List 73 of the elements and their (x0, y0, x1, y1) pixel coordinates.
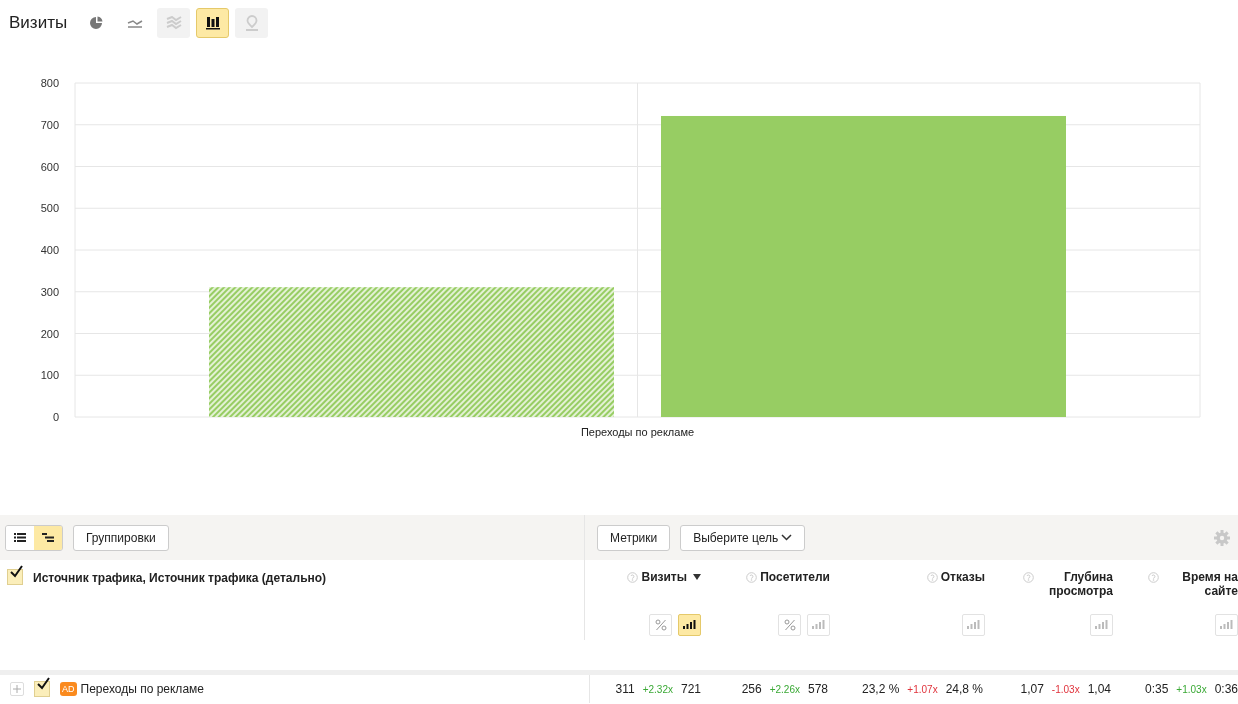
compare-value: 1,04 (1087, 682, 1111, 696)
bar-chart-icon (967, 620, 980, 630)
chart-title: Визиты (9, 13, 68, 33)
area-chart-icon (165, 16, 182, 30)
chart-toggle-button[interactable] (678, 614, 701, 636)
grouping-label: Источник трафика, Источник трафика (детально) (33, 570, 327, 585)
y-axis-label: 0 (52, 411, 59, 423)
pie-chart-icon (88, 16, 103, 30)
metric-value: 1,07 (1020, 682, 1044, 696)
row-label[interactable]: Переходы по рекламе (80, 682, 204, 696)
metric-value: 311 (615, 682, 635, 696)
metric-value: 0:35 (1144, 682, 1169, 696)
ad-badge: AD (60, 682, 77, 696)
help-icon[interactable] (1023, 572, 1034, 583)
compare-value: 24,8 % (945, 682, 983, 696)
chart-type-button[interactable] (196, 8, 230, 38)
metrics-button[interactable]: Метрики (597, 524, 671, 551)
chart-toggle-button[interactable] (1090, 614, 1113, 636)
check-icon (36, 677, 50, 691)
change-ratio: +2.26x (769, 684, 800, 695)
line-chart-icon (126, 18, 143, 28)
bar-chart-icon (205, 16, 220, 30)
view-toggle-button[interactable] (6, 525, 34, 550)
metric-header[interactable]: Отказы (940, 570, 985, 584)
expand-button[interactable] (10, 682, 24, 696)
metric-header[interactable]: Глубина просмотра (1037, 570, 1113, 598)
y-axis-label: 200 (40, 327, 59, 340)
y-axis-label: 100 (40, 369, 59, 382)
settings-icon[interactable] (1214, 529, 1230, 546)
map-pin-icon (244, 15, 259, 31)
sort-down-icon (693, 574, 701, 580)
y-axis-label: 700 (40, 118, 59, 131)
goal-select[interactable]: Выберите цель (680, 524, 806, 551)
change-ratio: +1.07x (907, 684, 938, 695)
chart-toggle-button[interactable] (807, 614, 830, 636)
help-icon[interactable] (746, 572, 758, 583)
change-ratio: +2.32x (642, 684, 673, 695)
compare-value: 0:36 (1214, 682, 1238, 696)
bar-chart-icon (1220, 620, 1233, 630)
y-axis-label: 300 (40, 285, 59, 298)
y-axis-label: 500 (40, 202, 59, 215)
change-ratio: -1.03x (1051, 684, 1080, 695)
metric-value: 256 (741, 682, 762, 696)
percent-icon (654, 619, 667, 631)
view-toggle-button[interactable] (34, 525, 62, 550)
change-ratio: +1.03x (1176, 684, 1207, 695)
check-icon (9, 565, 23, 579)
bar-chart-icon (1095, 620, 1108, 630)
tree-list-icon (42, 533, 54, 542)
metric-header[interactable]: Посетители (760, 570, 830, 584)
help-icon[interactable] (926, 572, 938, 583)
plus-icon (13, 685, 21, 693)
help-icon[interactable] (627, 572, 639, 583)
percent-toggle-button[interactable] (649, 614, 672, 636)
bar-chart-icon (683, 620, 696, 630)
y-axis-label: 800 (40, 77, 59, 89)
compare-value: 578 (807, 682, 828, 696)
list-icon (14, 533, 26, 542)
groupings-button[interactable]: Группировки (73, 524, 169, 551)
chart-toggle-button[interactable] (1215, 614, 1238, 636)
x-axis-label: Переходы по рекламе (580, 426, 695, 438)
y-axis-label: 600 (40, 160, 59, 173)
y-axis-label: 400 (40, 244, 59, 256)
bar-chart-icon (812, 620, 825, 630)
metric-header[interactable]: Визиты (641, 570, 701, 584)
metric-value: 23,2 % (861, 682, 900, 696)
metric-header[interactable]: Время на сайте (1162, 570, 1238, 598)
help-icon[interactable] (1148, 572, 1159, 583)
percent-icon (783, 619, 796, 631)
percent-toggle-button[interactable] (778, 614, 801, 636)
compare-value: 721 (680, 682, 701, 696)
chart-toggle-button[interactable] (962, 614, 985, 636)
chevron-down-icon (781, 534, 793, 541)
